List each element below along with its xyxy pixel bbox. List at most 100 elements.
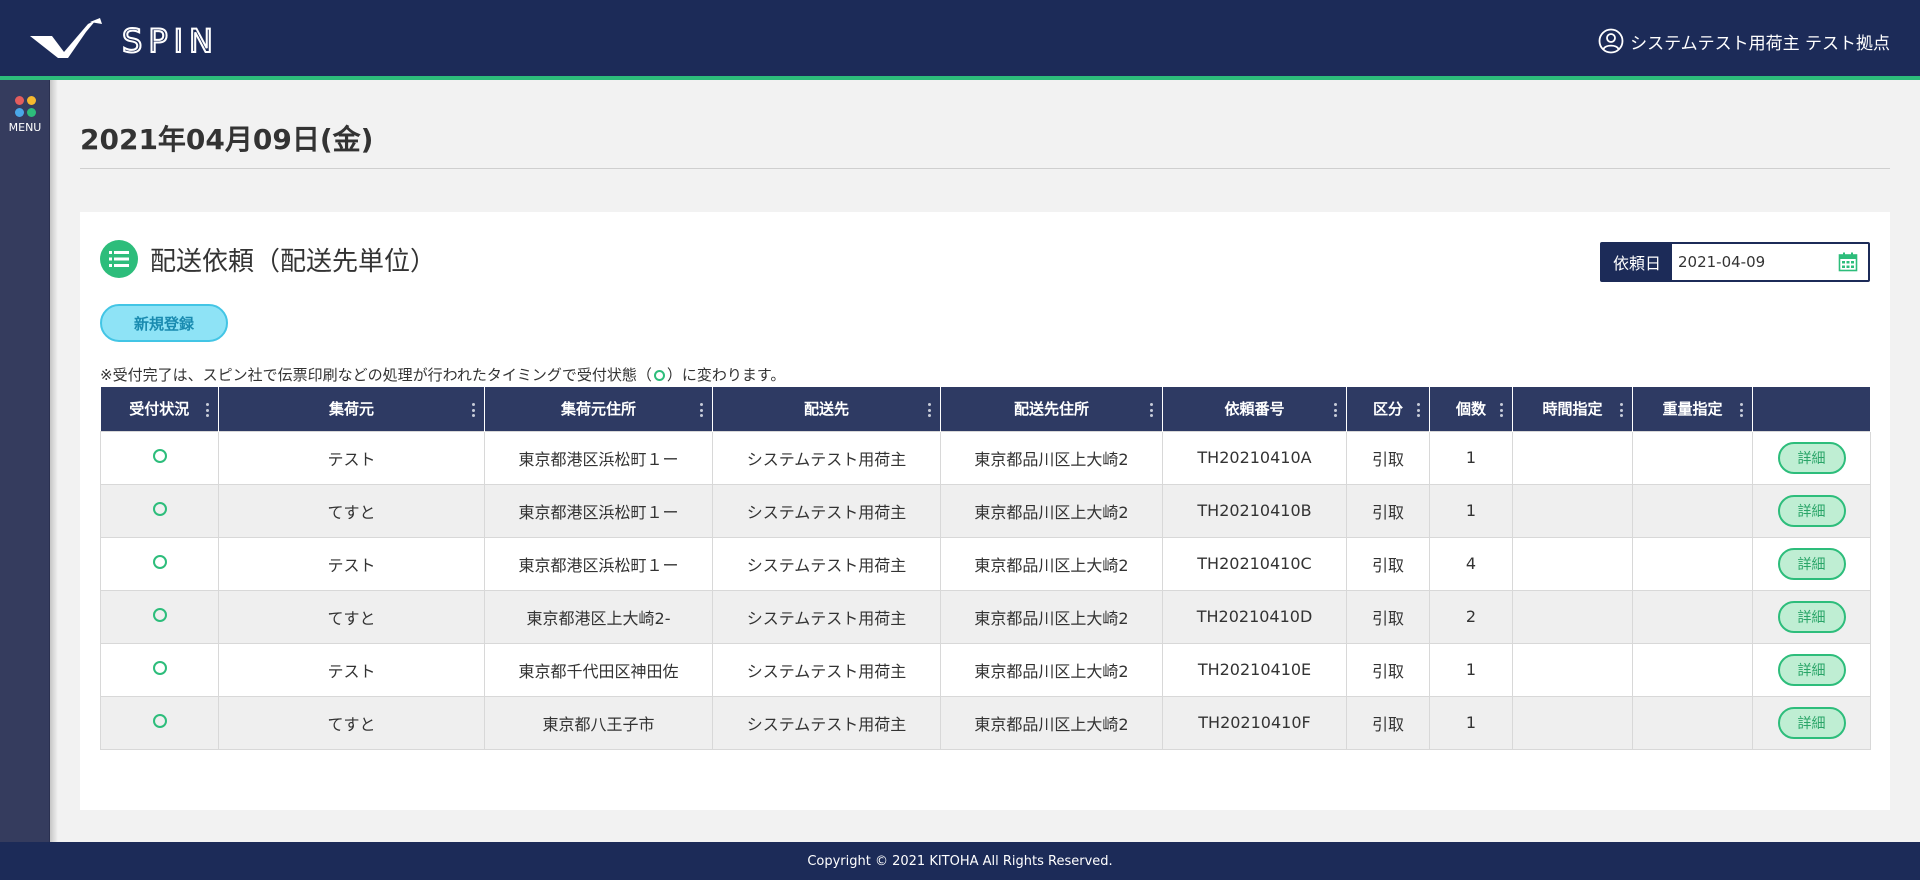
- cell-text: テスト: [327, 555, 376, 575]
- column-header-label: 受付状況: [129, 400, 190, 419]
- status-received-icon: [152, 714, 167, 728]
- detail-button[interactable]: 詳細: [1777, 600, 1846, 633]
- cell-origin-addr: 東京都港区浜松町１ー: [484, 483, 713, 538]
- table-row: テスト 東京都港区浜松町１ー システムテスト用荷主 東京都品川区上大崎2 TH20210…: [100, 430, 1871, 485]
- sidebar-shadow: [50, 80, 58, 842]
- spin-logo[interactable]: SPIN: [28, 18, 258, 62]
- table-row: てすと 東京都港区浜松町１ー システムテスト用荷主 東京都品川区上大崎2 TH20210…: [100, 483, 1871, 538]
- request-date-filter[interactable]: 依頼日 2021-04-09: [1600, 242, 1870, 282]
- column-menu-icon[interactable]: [1740, 403, 1744, 417]
- request-date-label: 依頼日: [1602, 244, 1672, 280]
- column-header: [1752, 387, 1871, 431]
- cell-text: 東京都港区浜松町１ー: [518, 502, 679, 522]
- column-menu-icon[interactable]: [1417, 403, 1421, 417]
- status-done-icon: [653, 370, 665, 381]
- column-header[interactable]: 重量指定: [1632, 387, 1753, 431]
- status-note-before: ※受付完了は、スピン社で伝票印刷などの処理が行われたタイミングで受付状態（: [100, 366, 652, 384]
- cell-text: てすと: [327, 714, 376, 734]
- column-header[interactable]: 受付状況: [100, 387, 219, 431]
- table-body: テスト 東京都港区浜松町１ー システムテスト用荷主 東京都品川区上大崎2 TH20210…: [100, 430, 1871, 750]
- cell-text: テスト: [327, 661, 376, 681]
- column-header-label: 区分: [1372, 400, 1403, 419]
- column-header[interactable]: 個数: [1429, 387, 1513, 431]
- cell-dest-addr: 東京都品川区上大崎2: [940, 536, 1163, 591]
- cell-text: 東京都品川区上大崎2: [974, 661, 1129, 681]
- user-account[interactable]: システムテスト用荷主 テスト拠点: [1598, 28, 1890, 54]
- cell-time: [1512, 642, 1633, 697]
- cell-dest: システムテスト用荷主: [712, 642, 941, 697]
- column-menu-icon[interactable]: [1334, 403, 1338, 417]
- detail-button[interactable]: 詳細: [1777, 547, 1846, 580]
- column-menu-icon[interactable]: [1620, 403, 1624, 417]
- cell-text: 引取: [1371, 555, 1404, 575]
- cell-text: TH20210410D: [1196, 607, 1313, 626]
- cell-count: 1: [1429, 642, 1513, 697]
- column-header[interactable]: 集荷元住所: [484, 387, 713, 431]
- detail-button[interactable]: 詳細: [1777, 494, 1846, 527]
- column-header[interactable]: 依頼番号: [1162, 387, 1347, 431]
- cell-text: TH20210410A: [1197, 448, 1312, 467]
- cell-time: [1512, 695, 1633, 750]
- column-header-label: 依頼番号: [1224, 400, 1285, 419]
- column-menu-icon[interactable]: [472, 403, 476, 417]
- detail-button[interactable]: 詳細: [1777, 441, 1846, 474]
- column-header-label: 配送先住所: [1013, 400, 1089, 419]
- table-row: てすと 東京都港区上大崎2- システムテスト用荷主 東京都品川区上大崎2 TH20210…: [100, 589, 1871, 644]
- menu-label: MENU: [8, 121, 42, 134]
- cell-dest: システムテスト用荷主: [712, 536, 941, 591]
- column-header-label: 集荷元住所: [560, 400, 636, 419]
- menu-dot: [14, 108, 24, 117]
- cell-count: 1: [1429, 695, 1513, 750]
- cell-req-no: TH20210410F: [1162, 695, 1347, 750]
- request-date-input[interactable]: 2021-04-09: [1672, 244, 1868, 280]
- cell-status: [100, 430, 219, 485]
- column-menu-icon[interactable]: [1500, 403, 1504, 417]
- status-note-after: ）に変わります。: [666, 366, 786, 384]
- detail-button[interactable]: 詳細: [1777, 653, 1846, 686]
- status-note: ※受付完了は、スピン社で伝票印刷などの処理が行われたタイミングで受付状態（ ）に変…: [100, 364, 785, 385]
- column-menu-icon[interactable]: [700, 403, 704, 417]
- cell-time: [1512, 536, 1633, 591]
- detail-button[interactable]: 詳細: [1777, 706, 1846, 739]
- cell-count: 1: [1429, 430, 1513, 485]
- menu-button[interactable]: MENU: [0, 96, 50, 134]
- spin-logo-mark: SPIN: [30, 18, 219, 61]
- cell-text: TH20210410F: [1198, 713, 1311, 732]
- status-received-icon: [152, 555, 167, 569]
- cell-text: 1: [1465, 501, 1477, 520]
- new-registration-button[interactable]: 新規登録: [100, 304, 228, 342]
- column-header[interactable]: 集荷元: [218, 387, 485, 431]
- cell-action: 詳細: [1752, 642, 1871, 697]
- logo-text: SPIN: [122, 22, 219, 60]
- cell-origin-addr: 東京都千代田区神田佐: [484, 642, 713, 697]
- menu-dot: [26, 96, 36, 105]
- cell-dest: システムテスト用荷主: [712, 430, 941, 485]
- cell-text: 1: [1465, 448, 1477, 467]
- copyright-text: Copyright © 2021 KITOHA All Rights Reser…: [807, 853, 1113, 869]
- cell-dest: システムテスト用荷主: [712, 589, 941, 644]
- cell-text: 引取: [1371, 714, 1404, 734]
- column-menu-icon[interactable]: [928, 403, 932, 417]
- cell-req-no: TH20210410E: [1162, 642, 1347, 697]
- cell-text: 東京都港区浜松町１ー: [518, 449, 679, 469]
- cell-text: 東京都品川区上大崎2: [974, 555, 1129, 575]
- menu-dots-icon: [14, 96, 36, 117]
- cell-text: システムテスト用荷主: [746, 555, 907, 575]
- cell-text: てすと: [327, 502, 376, 522]
- column-header[interactable]: 時間指定: [1512, 387, 1633, 431]
- cell-weight: [1632, 536, 1753, 591]
- column-menu-icon[interactable]: [1150, 403, 1154, 417]
- cell-origin: てすと: [218, 483, 485, 538]
- calendar-icon[interactable]: [1838, 252, 1858, 272]
- list-icon: [100, 240, 138, 278]
- column-menu-icon[interactable]: [206, 403, 210, 417]
- menu-dot: [14, 96, 24, 105]
- top-header: SPIN システムテスト用荷主 テスト拠点: [0, 0, 1920, 80]
- column-header[interactable]: 配送先住所: [940, 387, 1163, 431]
- column-header[interactable]: 配送先: [712, 387, 941, 431]
- cell-text: システムテスト用荷主: [746, 661, 907, 681]
- cell-text: システムテスト用荷主: [746, 608, 907, 628]
- column-header-label: 配送先: [803, 400, 849, 419]
- column-header[interactable]: 区分: [1346, 387, 1430, 431]
- cell-dest-addr: 東京都品川区上大崎2: [940, 695, 1163, 750]
